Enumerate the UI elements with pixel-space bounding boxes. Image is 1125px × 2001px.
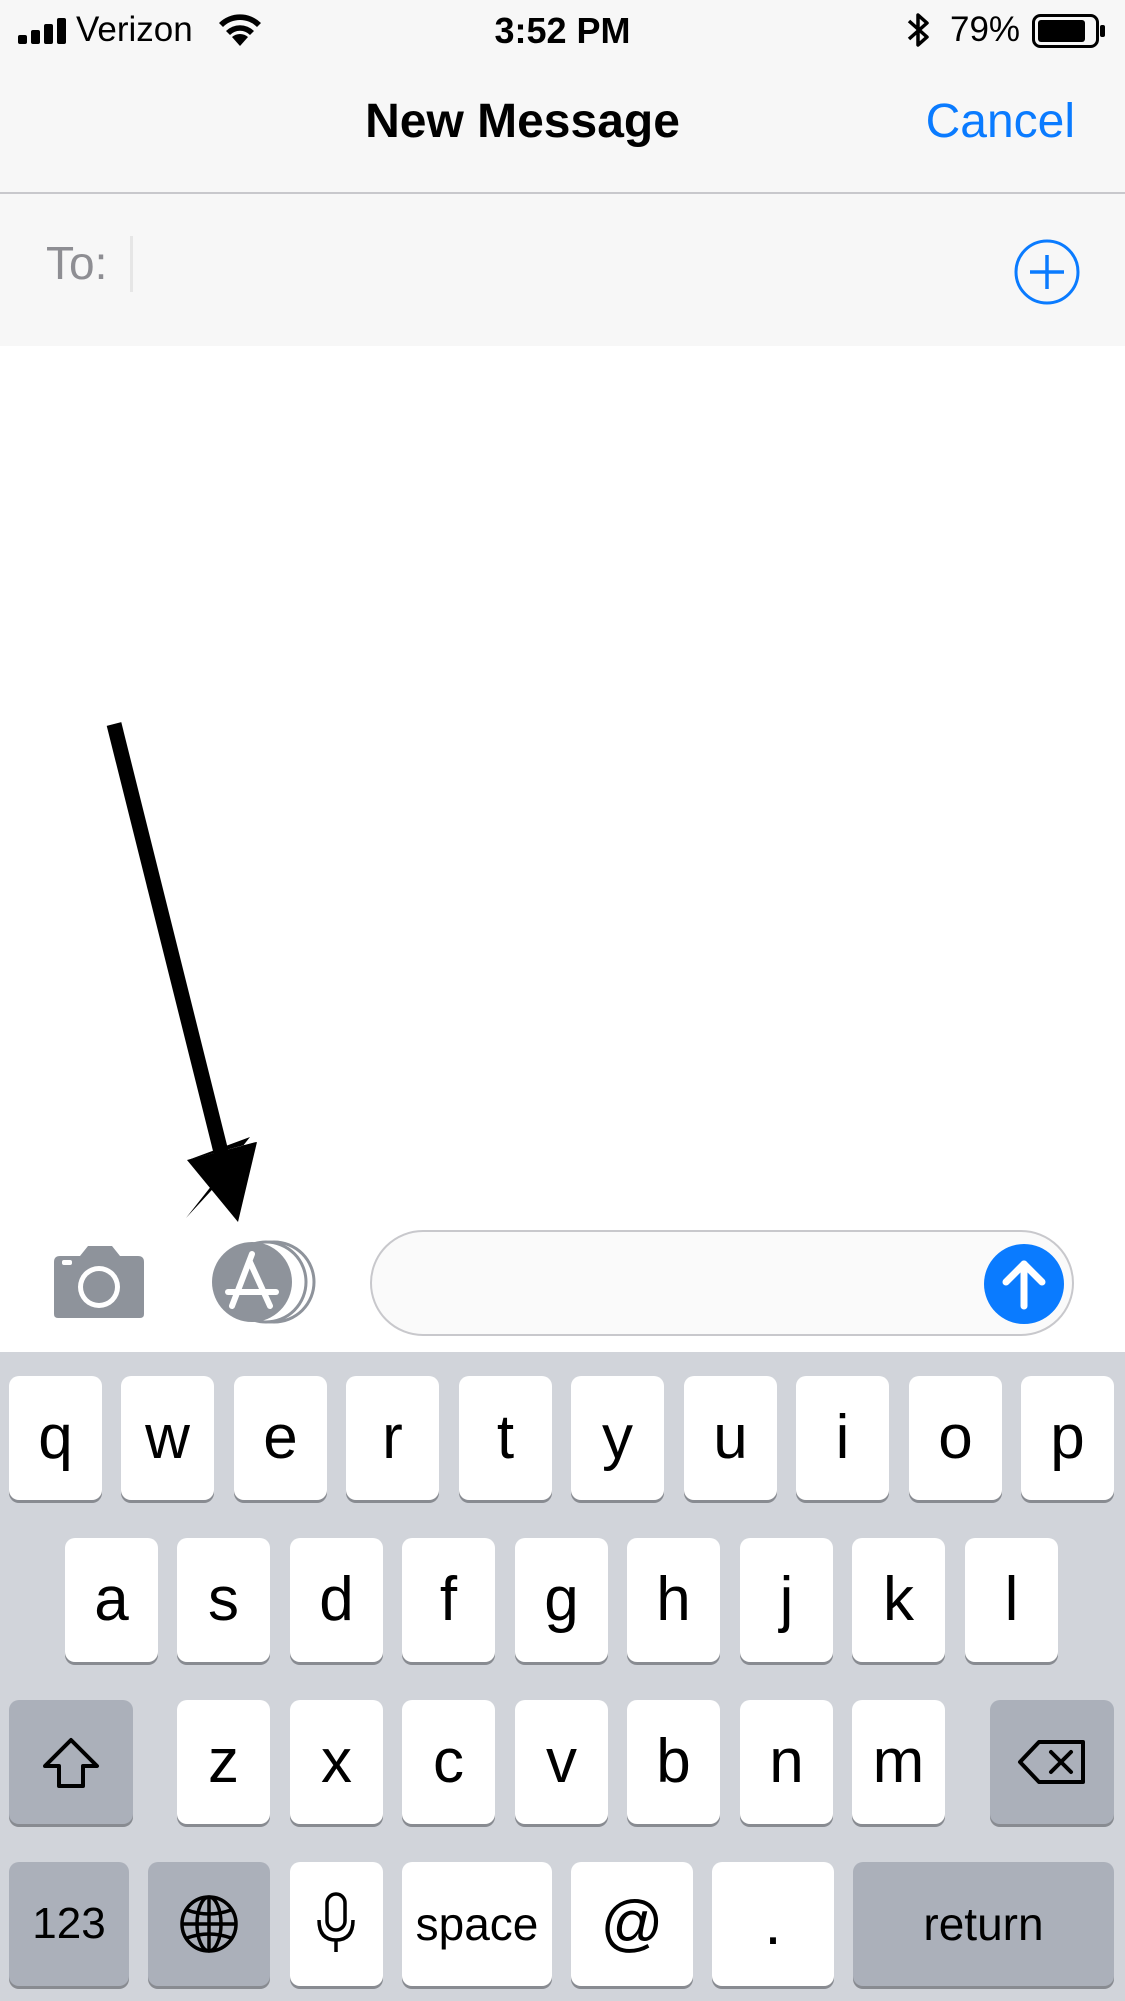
- key-h[interactable]: h: [627, 1538, 720, 1662]
- key-i[interactable]: i: [796, 1376, 889, 1500]
- key-u[interactable]: u: [684, 1376, 777, 1500]
- key-t[interactable]: t: [459, 1376, 552, 1500]
- recipient-row[interactable]: To:: [0, 194, 1125, 346]
- at-key[interactable]: @: [571, 1862, 693, 1986]
- key-s[interactable]: s: [177, 1538, 270, 1662]
- shift-key[interactable]: [9, 1700, 133, 1824]
- app-store-icon[interactable]: [208, 1240, 318, 1324]
- to-label: To:: [46, 237, 108, 289]
- key-p[interactable]: p: [1021, 1376, 1114, 1500]
- key-l[interactable]: l: [965, 1538, 1058, 1662]
- delete-key[interactable]: [990, 1700, 1114, 1824]
- battery-icon: [1032, 14, 1105, 48]
- key-g[interactable]: g: [515, 1538, 608, 1662]
- period-key[interactable]: .: [712, 1862, 834, 1986]
- key-z[interactable]: z: [177, 1700, 270, 1824]
- numbers-key[interactable]: 123: [9, 1862, 129, 1986]
- key-w[interactable]: w: [121, 1376, 214, 1500]
- page-title: New Message: [365, 95, 680, 148]
- key-r[interactable]: r: [346, 1376, 439, 1500]
- keyboard: q w e r t y u i o p a s d f g h j k l z …: [0, 1352, 1125, 2001]
- key-y[interactable]: y: [571, 1376, 664, 1500]
- camera-icon[interactable]: [50, 1244, 148, 1320]
- send-arrow-icon[interactable]: [984, 1244, 1064, 1324]
- key-f[interactable]: f: [402, 1538, 495, 1662]
- dictation-key[interactable]: [290, 1862, 383, 1986]
- key-c[interactable]: c: [402, 1700, 495, 1824]
- space-key[interactable]: space: [402, 1862, 552, 1986]
- key-b[interactable]: b: [627, 1700, 720, 1824]
- bluetooth-icon: [907, 13, 929, 47]
- microphone-icon: [317, 1892, 355, 1952]
- key-o[interactable]: o: [909, 1376, 1002, 1500]
- delete-icon: [1018, 1740, 1085, 1784]
- key-v[interactable]: v: [515, 1700, 608, 1824]
- globe-key[interactable]: [148, 1862, 270, 1986]
- key-j[interactable]: j: [740, 1538, 833, 1662]
- status-bar: Verizon 3:52 PM 79%: [0, 0, 1125, 64]
- key-d[interactable]: d: [290, 1538, 383, 1662]
- key-q[interactable]: q: [9, 1376, 102, 1500]
- shift-icon: [43, 1738, 99, 1788]
- nav-bar: New Message Cancel: [0, 64, 1125, 194]
- key-x[interactable]: x: [290, 1700, 383, 1824]
- key-m[interactable]: m: [852, 1700, 945, 1824]
- key-e[interactable]: e: [234, 1376, 327, 1500]
- battery-percent: 79%: [950, 10, 1021, 49]
- globe-icon: [180, 1895, 238, 1953]
- message-input[interactable]: [370, 1230, 1074, 1336]
- plus-circle-icon[interactable]: [1013, 238, 1081, 306]
- key-k[interactable]: k: [852, 1538, 945, 1662]
- recipient-input[interactable]: [130, 236, 133, 292]
- cancel-button[interactable]: Cancel: [926, 94, 1075, 149]
- key-a[interactable]: a: [65, 1538, 158, 1662]
- key-n[interactable]: n: [740, 1700, 833, 1824]
- return-key[interactable]: return: [853, 1862, 1114, 1986]
